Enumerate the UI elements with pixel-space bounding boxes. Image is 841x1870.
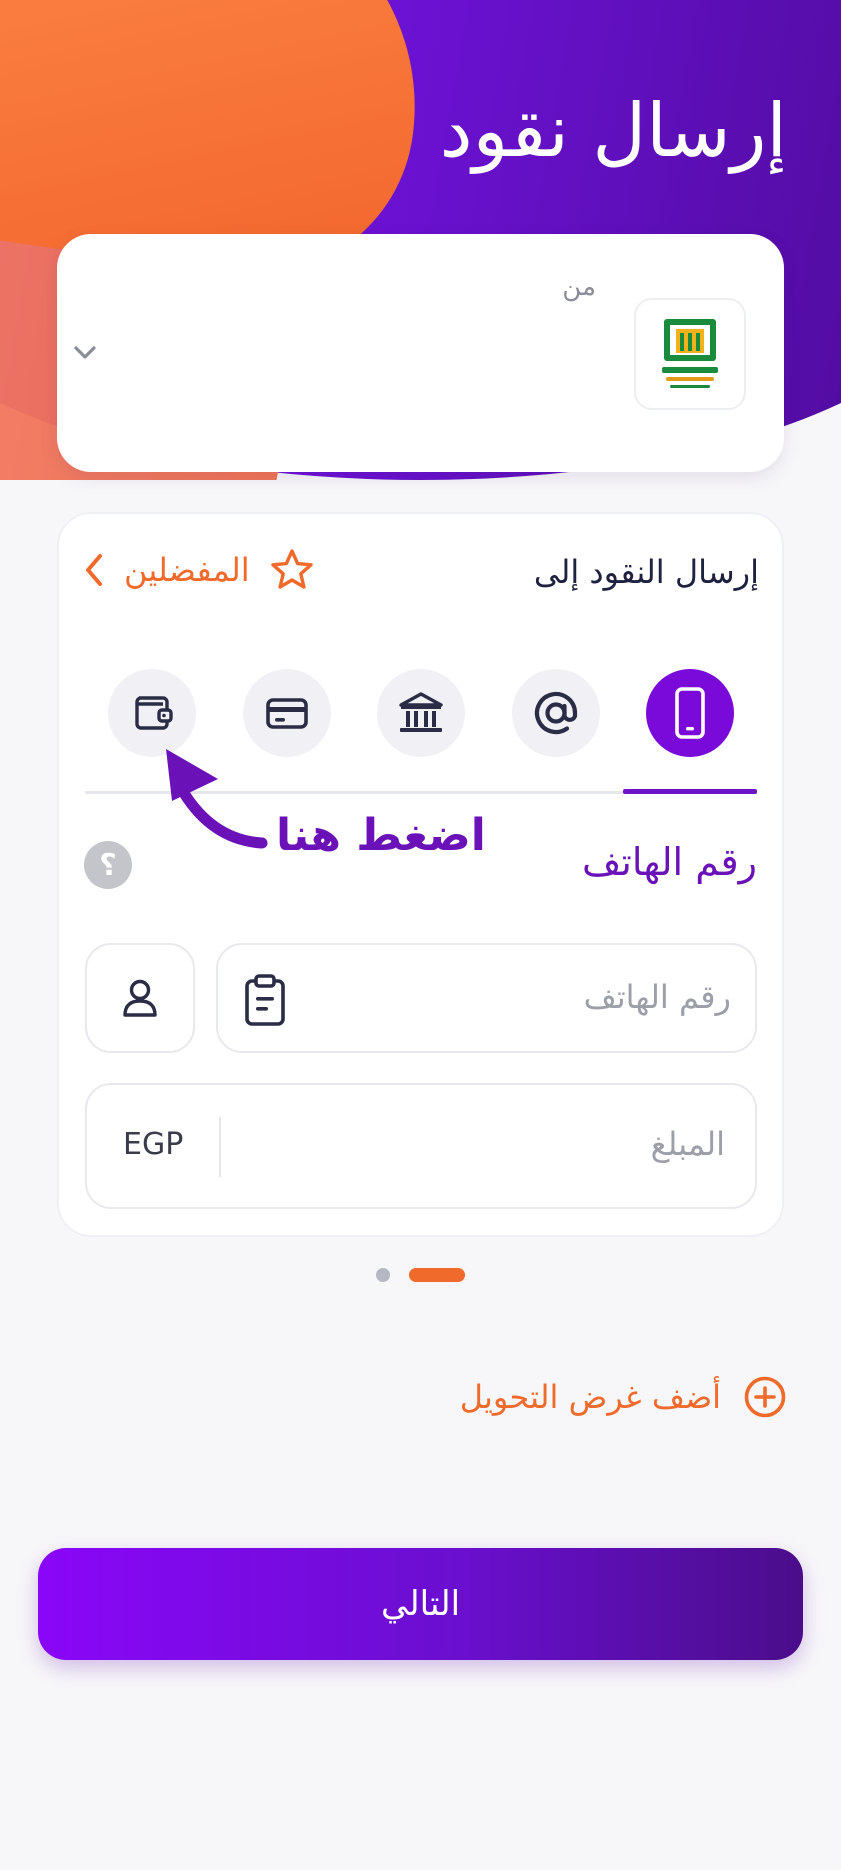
phone-section-label: رقم الهاتف (581, 840, 757, 884)
wallet-icon (135, 696, 173, 730)
wallet-method-button[interactable] (108, 669, 196, 757)
active-tab-indicator (623, 789, 757, 794)
add-transfer-purpose-link[interactable]: أضف غرض التحويل (460, 1375, 787, 1419)
phone-method-button[interactable] (646, 669, 734, 757)
send-to-title: إرسال النقود إلى (533, 553, 759, 591)
press-here-annotation: اضغط هنا (276, 810, 486, 861)
add-transfer-purpose-label: أضف غرض التحويل (459, 1378, 721, 1416)
currency-label: EGP (123, 1127, 184, 1162)
phone-number-placeholder: رقم الهاتف (583, 978, 731, 1016)
from-account-card[interactable]: من (57, 234, 784, 472)
bank-method-button[interactable] (377, 669, 465, 757)
person-icon (123, 979, 157, 1017)
from-label: من (562, 272, 596, 302)
plus-circle-icon (744, 1376, 786, 1418)
next-button[interactable]: التالي (38, 1548, 803, 1660)
card-method-button[interactable] (243, 669, 331, 757)
contacts-button[interactable] (85, 943, 195, 1053)
amount-divider (219, 1117, 221, 1177)
pager-dot (376, 1268, 390, 1282)
pager-dot-active (409, 1268, 465, 1282)
email-method-button[interactable] (512, 669, 600, 757)
chevron-down-icon[interactable] (70, 338, 100, 368)
phone-icon (675, 687, 705, 739)
next-button-label: التالي (380, 1584, 461, 1624)
page-title: إرسال نقود (439, 88, 787, 174)
favorites-link[interactable]: المفضلين (82, 545, 316, 595)
amount-placeholder: المبلغ (650, 1125, 725, 1163)
help-icon[interactable]: ؟ (84, 841, 132, 889)
card-icon (266, 698, 308, 729)
chevron-left-icon (86, 554, 102, 586)
annotation-arrow-icon (166, 749, 268, 849)
star-icon (270, 549, 313, 589)
at-sign-icon (534, 691, 578, 735)
favorites-label: المفضلين (124, 551, 250, 589)
bank-logo-icon (634, 298, 746, 410)
bank-icon (399, 692, 443, 732)
clipboard-icon[interactable] (242, 972, 288, 1028)
amount-field[interactable]: EGP المبلغ (85, 1083, 757, 1209)
phone-number-field[interactable]: رقم الهاتف (216, 943, 757, 1053)
